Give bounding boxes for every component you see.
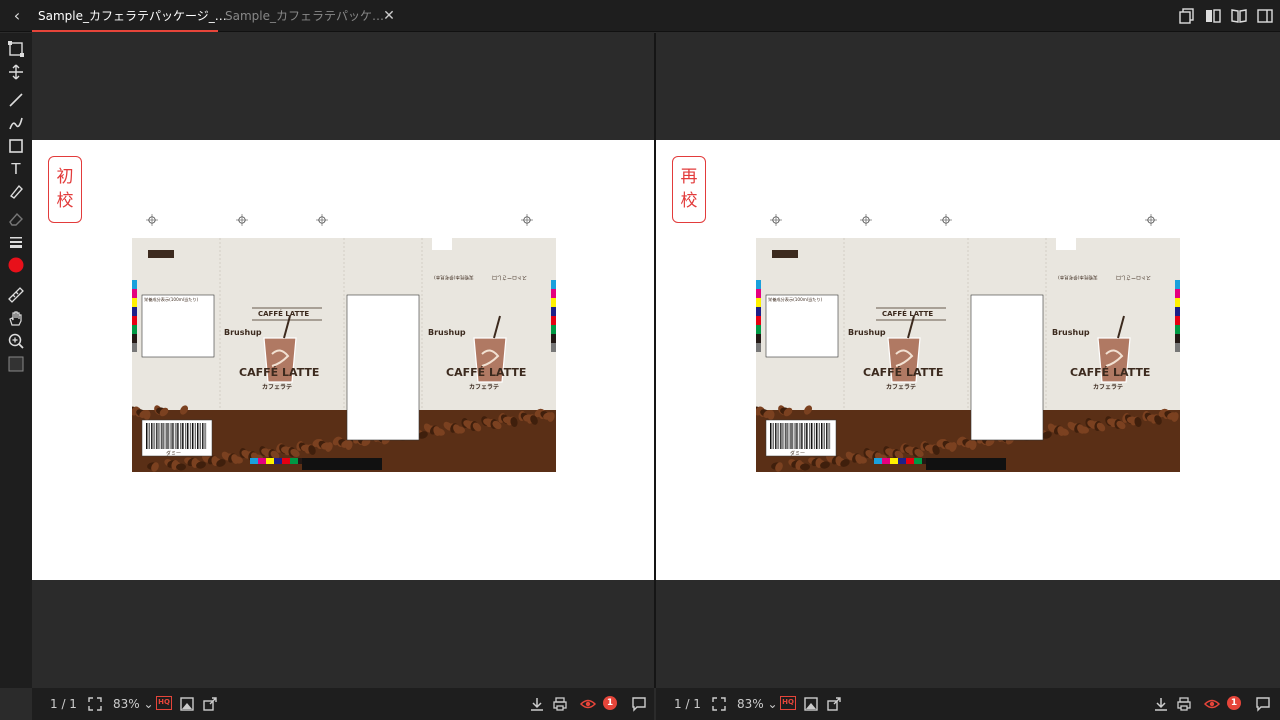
square-icon[interactable] — [7, 355, 25, 373]
zoom-value: 83% — [113, 697, 140, 711]
fit-icon[interactable] — [711, 696, 727, 712]
package-art: CAFFÉ LATTE Brushup Brushup CAFFÉ LATTE CAFF… — [751, 210, 1180, 508]
book-icon[interactable] — [1230, 7, 1248, 25]
color-icon[interactable] — [7, 256, 25, 274]
tab-label: Sample_カフェラテパッケ… — [225, 9, 384, 23]
comment-icon[interactable] — [1255, 696, 1271, 712]
dummy-label: ダミー — [166, 451, 182, 457]
proof-stamp: 初校 — [48, 156, 82, 223]
export-icon[interactable] — [202, 696, 218, 712]
top-right-label2: 実物見本(参考見本) — [434, 274, 474, 279]
subtitle-left: カフェラテ — [262, 384, 293, 391]
nutrition-title: 栄養成分表示(100ml当たり) — [768, 297, 823, 302]
package-art: CAFFÉ LATTE Brushup Brushup CAFFÉ LATTE CAFF… — [127, 210, 556, 508]
top-right-label2: 実物見本(参考見本) — [1058, 274, 1098, 279]
eye-icon[interactable] — [580, 696, 596, 712]
download-icon[interactable] — [529, 696, 545, 712]
top-right-label: ストローさし口 — [492, 274, 528, 280]
marker-icon[interactable] — [7, 182, 25, 200]
fit-icon[interactable] — [87, 696, 103, 712]
zoom-value: 83% — [737, 697, 764, 711]
brand-right: Brushup — [1052, 328, 1090, 337]
viewer-pane-first: 初校 CAFFÉ LATTE Brushup Brushup CAFFÉ LATTE C… — [32, 33, 654, 688]
hq-toggle[interactable]: HQ — [780, 696, 796, 710]
close-icon[interactable]: ✕ — [380, 6, 398, 26]
subtitle-left: カフェラテ — [886, 384, 917, 391]
page-indicator: 1 / 1 — [674, 697, 701, 711]
issue-count-badge: 1 — [603, 696, 617, 710]
viewer-pane-second: 再校 CAFFÉ LATTE Brushup Brushup CAFFÉ LATTE C… — [656, 33, 1280, 688]
title-left: CAFFÉ LATTE — [239, 366, 320, 379]
image-icon[interactable] — [803, 696, 819, 712]
brand-right: Brushup — [428, 328, 466, 337]
ruler-icon[interactable] — [7, 286, 25, 304]
proof-stamp: 再校 — [672, 156, 706, 223]
select-icon[interactable] — [7, 40, 25, 58]
sidebar-icon[interactable] — [1256, 7, 1274, 25]
export-icon[interactable] — [826, 696, 842, 712]
brand-left: Brushup — [224, 328, 262, 337]
page-canvas[interactable]: 初校 CAFFÉ LATTE Brushup Brushup CAFFÉ LATTE C… — [32, 140, 654, 580]
page-indicator: 1 / 1 — [50, 697, 77, 711]
tab-label: Sample_カフェラテパッケージ_… — [38, 9, 227, 23]
zoom-select[interactable]: 83% ⌄ — [737, 696, 778, 712]
zoom-select[interactable]: 83% ⌄ — [113, 696, 154, 712]
eraser-icon[interactable] — [7, 210, 25, 228]
tab-second-proof[interactable]: Sample_カフェラテパッケ… — [219, 0, 384, 32]
tool-sidebar: T — [0, 33, 32, 688]
banner-text: CAFFÉ LATTE — [258, 310, 310, 318]
bottom-bar: 1 / 1 83% ⌄ HQ 1 — [656, 688, 1280, 720]
tab-first-proof[interactable]: Sample_カフェラテパッケージ_… — [32, 0, 227, 32]
rect-icon[interactable] — [7, 137, 25, 155]
image-icon[interactable] — [179, 696, 195, 712]
back-icon[interactable]: ‹ — [8, 6, 26, 26]
nutrition-title: 栄養成分表示(100ml当たり) — [144, 297, 199, 302]
subtitle-right: カフェラテ — [469, 384, 500, 391]
title-right: CAFFÉ LATTE — [446, 366, 527, 379]
page-canvas[interactable]: 再校 CAFFÉ LATTE Brushup Brushup CAFFÉ LATTE C… — [656, 140, 1280, 580]
title-right: CAFFÉ LATTE — [1070, 366, 1151, 379]
title-left: CAFFÉ LATTE — [863, 366, 944, 379]
subtitle-right: カフェラテ — [1093, 384, 1124, 391]
copy-icon[interactable] — [1178, 7, 1196, 25]
hq-toggle[interactable]: HQ — [156, 696, 172, 710]
line-icon[interactable] — [7, 91, 25, 109]
top-bar: ‹ Sample_カフェラテパッケージ_… Sample_カフェラテパッケ… ✕ — [0, 0, 1280, 32]
brand-left: Brushup — [848, 328, 886, 337]
banner-text: CAFFÉ LATTE — [882, 310, 934, 318]
print-icon[interactable] — [552, 696, 568, 712]
issue-count-badge: 1 — [1227, 696, 1241, 710]
zoom-icon[interactable] — [7, 332, 25, 350]
eye-icon[interactable] — [1204, 696, 1220, 712]
comment-icon[interactable] — [631, 696, 647, 712]
pen-icon[interactable] — [7, 114, 25, 132]
line-width-icon[interactable] — [7, 233, 25, 251]
text-icon[interactable]: T — [7, 160, 25, 178]
print-icon[interactable] — [1176, 696, 1192, 712]
dummy-label: ダミー — [790, 451, 806, 457]
download-icon[interactable] — [1153, 696, 1169, 712]
move-icon[interactable] — [7, 63, 25, 81]
top-right-label: ストローさし口 — [1116, 274, 1152, 280]
compare-icon[interactable] — [1204, 7, 1222, 25]
hand-icon[interactable] — [7, 309, 25, 327]
bottom-bar: 1 / 1 83% ⌄ HQ 1 — [32, 688, 654, 720]
